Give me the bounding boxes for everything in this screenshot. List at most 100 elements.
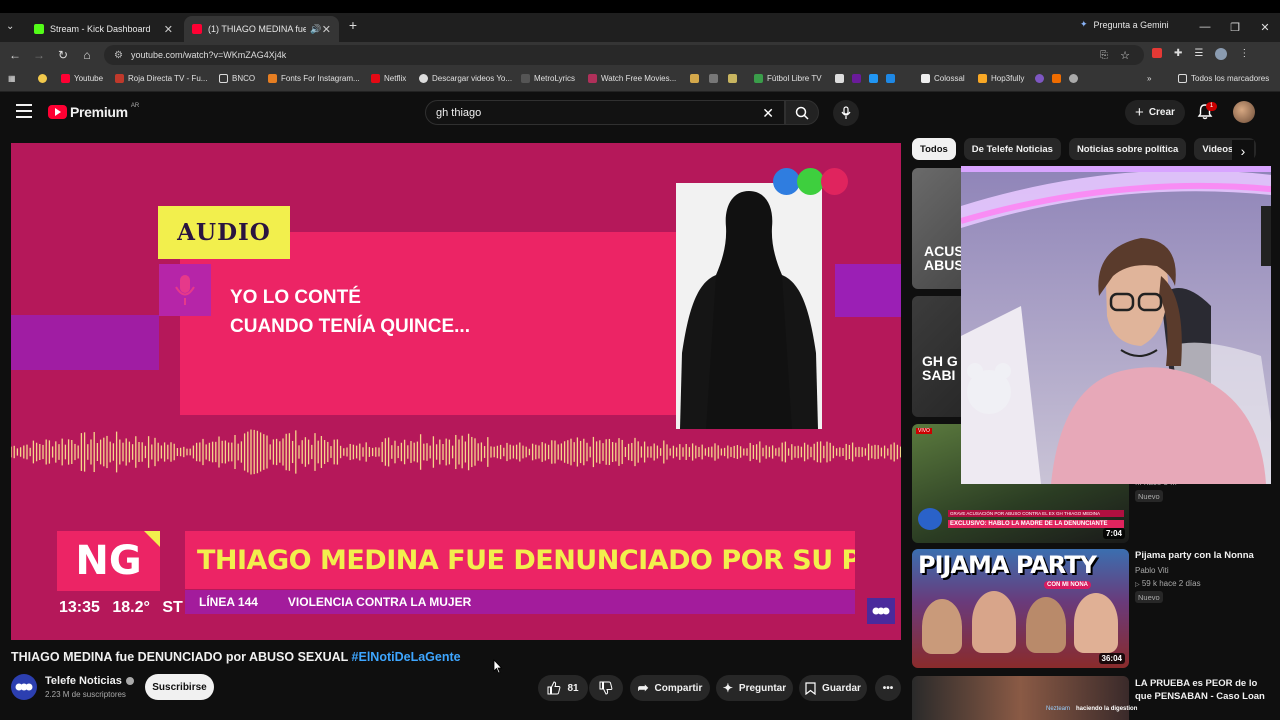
bookmark-colossal[interactable]: Colossal xyxy=(921,74,965,83)
install-icon[interactable]: ⎘ xyxy=(1100,50,1108,61)
bookmark-futbol-libre[interactable]: Fútbol Libre TV xyxy=(754,74,822,83)
bookmark-emoji[interactable] xyxy=(38,74,47,83)
bookmark-metrolyrics[interactable]: MetroLyrics xyxy=(521,74,575,83)
ask-label: Preguntar xyxy=(738,682,787,694)
bookmark-icon xyxy=(805,681,816,695)
bookmark-star-icon[interactable]: ☆ xyxy=(1120,49,1130,62)
subscriber-count: 2.23 M de suscriptores xyxy=(45,690,126,699)
forward-button[interactable]: → xyxy=(29,45,49,65)
mouse-cursor-icon xyxy=(493,659,503,674)
voice-search-button[interactable] xyxy=(833,100,859,126)
dislike-button[interactable] xyxy=(589,675,623,701)
like-button[interactable]: 81 xyxy=(538,675,588,701)
chip-politica[interactable]: Noticias sobre política xyxy=(1068,138,1187,160)
bookmark-hop3fully[interactable]: Hop3fully xyxy=(978,74,1024,83)
bookmark-descargar[interactable]: Descargar videos Yo... xyxy=(419,74,512,83)
channel-name-text: Telefe Noticias xyxy=(45,675,122,687)
chip-telefe-noticias[interactable]: De Telefe Noticias xyxy=(963,138,1061,160)
more-menu-icon[interactable]: ⋮ xyxy=(1239,48,1249,60)
quote-line-1: YO LO CONTÉ xyxy=(230,287,361,308)
youtube-premium-logo[interactable]: Premium AR xyxy=(48,103,139,120)
channel-name[interactable]: Telefe Noticias xyxy=(45,675,134,687)
tab-label: (1) THIAGO MEDINA fue DE xyxy=(208,24,306,34)
reload-button[interactable]: ↻ xyxy=(53,45,73,65)
rec-title[interactable]: LA PRUEBA es PEOR de lo que PENSABAN - C… xyxy=(1135,677,1265,703)
sub-banner: LÍNEA 144 VIOLENCIA CONTRA LA MUJER xyxy=(185,590,855,614)
views-icon: ▷ xyxy=(1135,582,1140,588)
bookmark-bnco[interactable]: BNCO xyxy=(219,74,255,83)
more-actions-button[interactable]: ••• xyxy=(875,675,901,701)
audio-quote: YO LO CONTÉ CUANDO TENÍA QUINCE... xyxy=(230,283,470,341)
close-icon[interactable]: ✕ xyxy=(322,23,331,36)
youtube-icon xyxy=(192,24,202,34)
ask-button[interactable]: ✦ Preguntar xyxy=(716,675,793,701)
youtube-play-icon xyxy=(48,105,67,119)
video-player[interactable]: AUDIO YO LO CONTÉ CUANDO TENÍA QUINCE...… xyxy=(11,143,901,640)
speaker-icon[interactable]: 🔊 xyxy=(310,24,321,35)
menu-icon[interactable] xyxy=(16,104,32,118)
bookmark-misc-icons[interactable] xyxy=(690,74,737,83)
save-button[interactable]: Guardar xyxy=(799,675,867,701)
bookmark-misc-icons-3[interactable] xyxy=(1035,74,1078,83)
tab-kick-dashboard[interactable]: Stream - Kick Dashboard ✕ xyxy=(26,16,181,42)
search-value: gh thiago xyxy=(436,106,482,119)
plus-icon: + xyxy=(1135,104,1144,121)
apps-icon[interactable]: ▦ xyxy=(8,74,16,83)
channel-avatar[interactable] xyxy=(11,674,37,700)
bookmark-fonts[interactable]: Fonts For Instagram... xyxy=(268,74,360,83)
search-button[interactable] xyxy=(785,100,819,125)
thumb-text: GH G SABI xyxy=(922,353,958,383)
quote-line-2: CUANDO TENÍA QUINCE... xyxy=(230,316,470,337)
search-input[interactable]: gh thiago ✕ xyxy=(425,100,785,125)
search-icon xyxy=(795,106,809,120)
gemini-button[interactable]: ✦ Pregunta a Gemini xyxy=(1080,19,1169,30)
duration-badge: 7:04 xyxy=(1102,528,1125,539)
back-button[interactable]: ← xyxy=(5,45,25,65)
chip-todos[interactable]: Todos xyxy=(912,138,956,160)
address-bar[interactable]: ⚙ youtube.com/watch?v=WKmZAG4Xj4k ⎘ ☆ xyxy=(104,45,1144,65)
profile-icon[interactable] xyxy=(1215,48,1228,60)
home-button[interactable]: ⌂ xyxy=(77,45,97,65)
tab-search-button[interactable]: ⌄ xyxy=(6,21,14,32)
bookmark-misc-icons-2[interactable] xyxy=(835,74,895,83)
more-bookmarks-icon[interactable]: » xyxy=(1147,74,1151,83)
rec-thumbnail-5[interactable] xyxy=(912,676,1129,720)
verified-icon xyxy=(125,677,134,685)
share-button[interactable]: ➦ Compartir xyxy=(630,675,710,701)
all-bookmarks[interactable]: Todos los marcadores xyxy=(1178,74,1269,83)
folder-icon xyxy=(1178,74,1187,83)
bookmark-netflix[interactable]: Netflix xyxy=(371,74,406,83)
rec-title[interactable]: Pijama party con la Nonna xyxy=(1135,549,1265,562)
new-badge: Nuevo xyxy=(1135,591,1163,603)
puzzle-icon[interactable]: ✚ xyxy=(1174,48,1182,60)
tab-list-icon[interactable]: ☰ xyxy=(1194,48,1203,60)
bookmark-roja-directa[interactable]: Roja Directa TV - Fu... xyxy=(115,74,207,83)
subscribe-button[interactable]: Suscribirse xyxy=(145,674,214,700)
extensions-area: ✚ ☰ ⋮ xyxy=(1152,48,1249,60)
rec-thumbnail-4[interactable]: PIJAMA PARTY CON MI NONA 36:04 xyxy=(912,549,1129,668)
rec-channel[interactable]: Pablo Viti xyxy=(1135,566,1169,575)
new-tab-button[interactable]: + xyxy=(345,17,361,33)
restore-button[interactable]: ❐ xyxy=(1220,13,1250,41)
video-title: THIAGO MEDINA fue DENUNCIADO por ABUSO S… xyxy=(11,650,461,664)
scrollbar[interactable] xyxy=(1271,95,1280,720)
close-window-button[interactable]: ✕ xyxy=(1250,13,1280,41)
extension-red-icon[interactable] xyxy=(1152,48,1162,58)
close-icon[interactable]: ✕ xyxy=(164,23,173,36)
site-info-icon[interactable]: ⚙ xyxy=(114,50,123,61)
thumbs-up-icon xyxy=(547,681,561,695)
bookmark-watch-free[interactable]: Watch Free Movies... xyxy=(588,74,676,83)
hashtag-link[interactable]: #ElNotiDeLaGente xyxy=(352,650,461,664)
title-text: THIAGO MEDINA fue DENUNCIADO por ABUSO S… xyxy=(11,650,349,664)
like-count: 81 xyxy=(567,682,579,694)
create-button[interactable]: + Crear xyxy=(1125,100,1185,125)
hotline-text: LÍNEA 144 xyxy=(199,595,258,609)
notification-count: 1 xyxy=(1206,102,1217,111)
clear-search-icon[interactable]: ✕ xyxy=(762,105,774,122)
tab-youtube-video[interactable]: (1) THIAGO MEDINA fue DE 🔊 ✕ xyxy=(184,16,339,42)
chat-user: Nezteam xyxy=(1046,706,1071,712)
minimize-button[interactable]: — xyxy=(1190,13,1220,41)
account-avatar[interactable] xyxy=(1233,101,1255,123)
chips-next-icon[interactable]: › xyxy=(1232,140,1254,162)
bookmark-youtube[interactable]: Youtube xyxy=(61,74,103,83)
